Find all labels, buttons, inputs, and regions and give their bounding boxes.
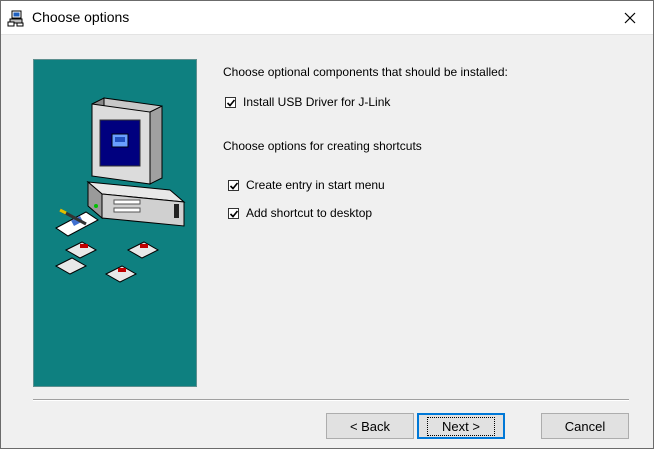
checkmark-icon xyxy=(229,209,239,218)
start-menu-checkbox[interactable] xyxy=(228,179,239,191)
components-heading: Choose optional components that should b… xyxy=(223,65,508,79)
desktop-shortcut-label[interactable]: Add shortcut to desktop xyxy=(246,206,372,220)
close-button[interactable] xyxy=(607,1,653,34)
desktop-shortcut-checkbox[interactable] xyxy=(228,207,239,219)
checkmark-icon xyxy=(229,181,239,190)
footer-separator xyxy=(33,399,629,401)
close-icon xyxy=(624,12,636,23)
computer-with-floppy-disks-icon xyxy=(54,97,186,283)
shortcuts-heading: Choose options for creating shortcuts xyxy=(223,139,422,153)
wizard-illustration-panel xyxy=(33,59,197,387)
next-button[interactable]: Next > xyxy=(417,413,505,439)
next-button-label: Next > xyxy=(427,416,495,436)
checkmark-icon xyxy=(226,98,236,107)
cancel-button[interactable]: Cancel xyxy=(541,413,629,439)
back-button-label: < Back xyxy=(349,418,391,434)
start-menu-label[interactable]: Create entry in start menu xyxy=(246,178,385,192)
back-button[interactable]: < Back xyxy=(326,413,414,439)
usb-driver-checkbox[interactable] xyxy=(225,96,236,108)
usb-driver-option[interactable]: Install USB Driver for J-Link xyxy=(225,95,390,109)
choose-options-dialog: Choose options Choose optional component… xyxy=(0,0,654,449)
start-menu-option[interactable]: Create entry in start menu xyxy=(228,178,385,192)
cancel-button-label: Cancel xyxy=(564,418,606,434)
desktop-shortcut-option[interactable]: Add shortcut to desktop xyxy=(228,206,372,220)
title-bar: Choose options xyxy=(1,1,653,35)
usb-driver-label[interactable]: Install USB Driver for J-Link xyxy=(243,95,390,109)
installer-icon xyxy=(7,10,24,27)
window-title: Choose options xyxy=(32,9,130,25)
